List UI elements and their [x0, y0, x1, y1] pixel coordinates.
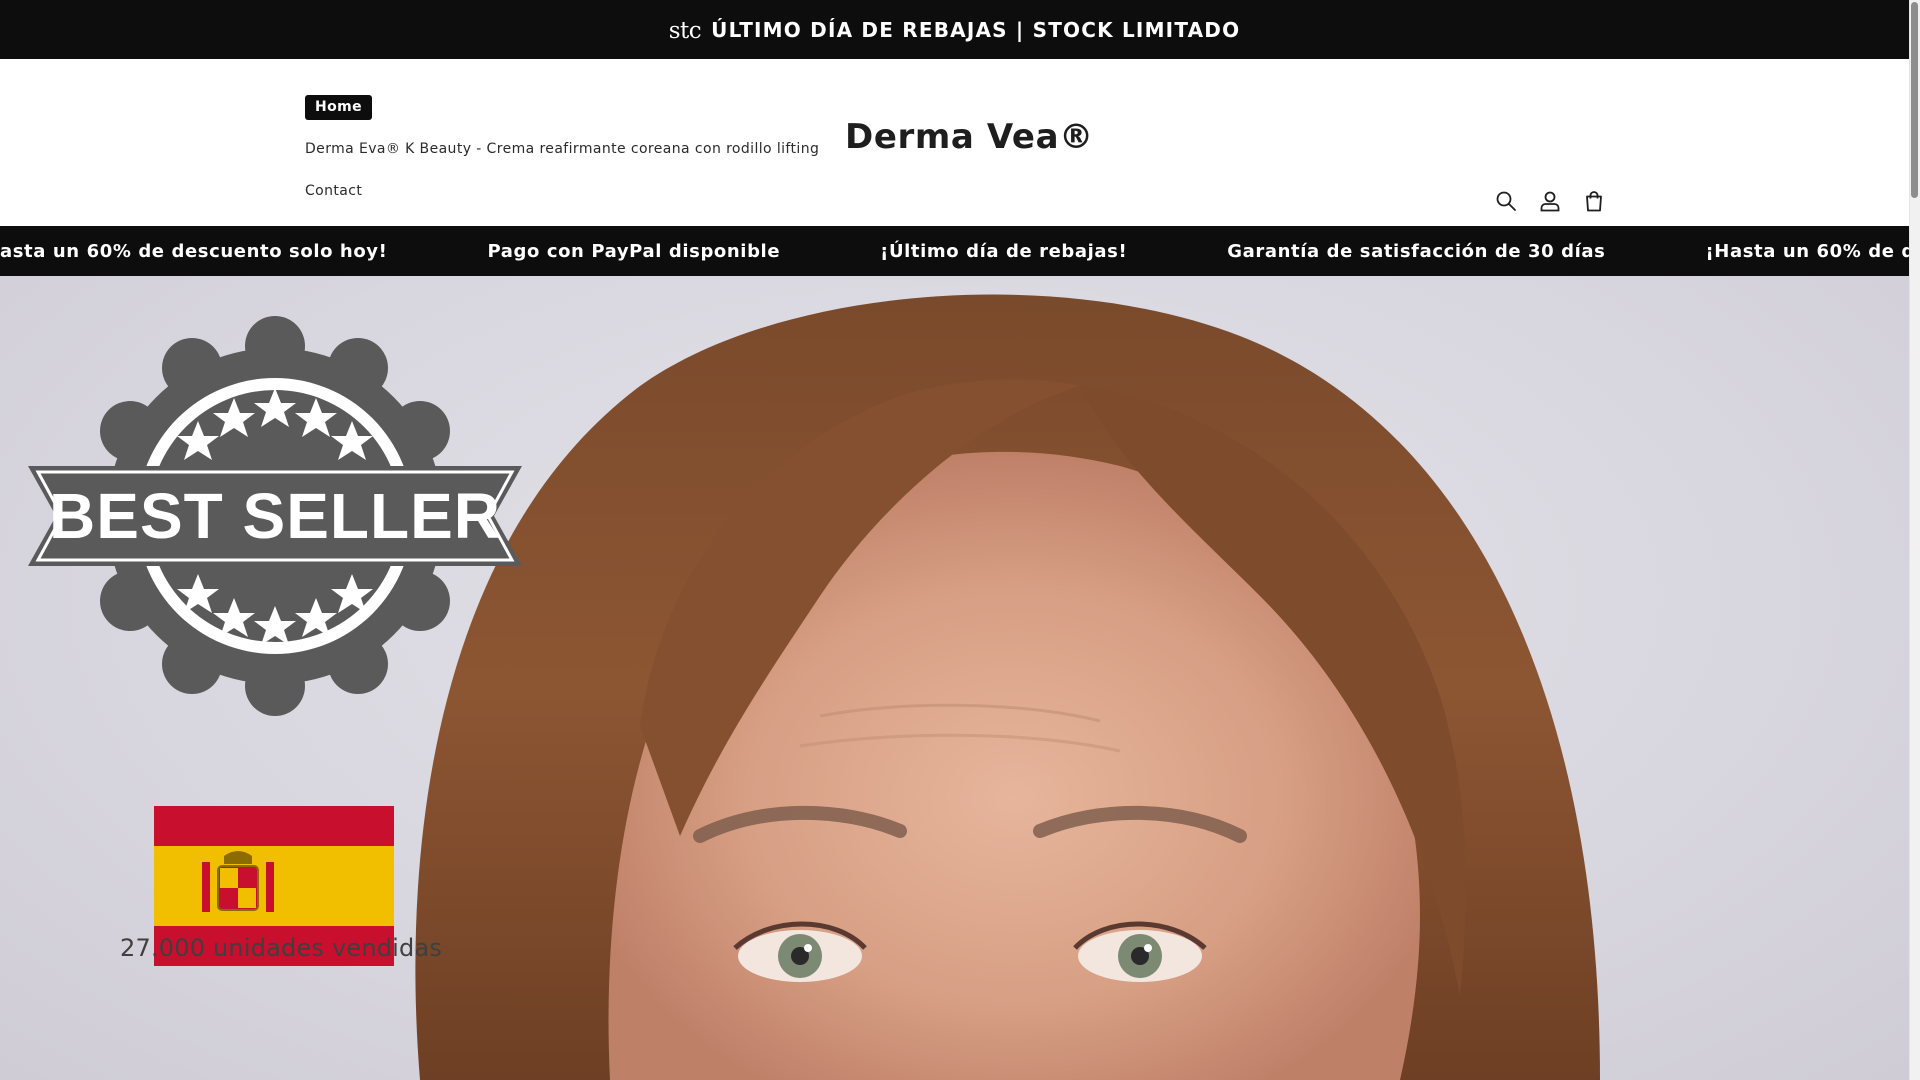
scrollbar-thumb[interactable]: [1911, 2, 1918, 198]
marquee-item: ¡Último día de rebajas!: [880, 240, 1128, 262]
marquee-track: asta un 60% de descuento solo hoy! Pago …: [0, 226, 1909, 276]
nav-item-home[interactable]: Home: [305, 86, 819, 128]
page: stc ÚLTIMO DÍA DE REBAJAS | STOCK LIMITA…: [0, 0, 1920, 1080]
site-header: Home Derma Eva® K Beauty - Crema reafirm…: [0, 59, 1909, 226]
cart-button[interactable]: [1580, 187, 1608, 215]
marquee-item: asta un 60% de descuento solo hoy!: [0, 240, 388, 262]
viewport: stc ÚLTIMO DÍA DE REBAJAS | STOCK LIMITA…: [0, 0, 1909, 1080]
search-icon: [1496, 191, 1516, 211]
account-button[interactable]: [1536, 187, 1564, 215]
marquee-item: Pago con PayPal disponible: [487, 240, 781, 262]
announcement-bar: stc ÚLTIMO DÍA DE REBAJAS | STOCK LIMITA…: [0, 0, 1909, 59]
announcement-text: ÚLTIMO DÍA DE REBAJAS | STOCK LIMITADO: [711, 17, 1241, 42]
nav-item-contact[interactable]: Contact: [305, 170, 819, 212]
brand-logo[interactable]: Derma Vea®: [845, 117, 1094, 157]
cart-icon: [1586, 191, 1602, 212]
marquee-item: Garantía de satisfacción de 30 días: [1227, 240, 1606, 262]
scrollbar[interactable]: [1909, 0, 1920, 1080]
nav-item-product[interactable]: Derma Eva® K Beauty - Crema reafirmante …: [305, 128, 819, 170]
badge-text: BEST SELLER: [49, 480, 501, 552]
marquee-item: ¡Hasta un 60% de descuento solo hoy!: [1705, 240, 1909, 262]
hero-section: BEST SELLER 27.000 unidades vendidas: [0, 276, 1909, 1080]
main-nav: Home Derma Eva® K Beauty - Crema reafirm…: [305, 86, 819, 212]
announcement-logo: stc: [668, 17, 702, 44]
nav-item-label: Contact: [305, 183, 363, 199]
promo-marquee: asta un 60% de descuento solo hoy! Pago …: [0, 226, 1909, 276]
best-seller-badge: BEST SELLER: [28, 316, 522, 716]
units-sold-text: 27.000 unidades vendidas: [120, 934, 443, 962]
nav-item-label: Derma Eva® K Beauty - Crema reafirmante …: [305, 141, 820, 157]
account-icon: [1540, 191, 1560, 212]
nav-item-label: Home: [305, 94, 373, 120]
search-button[interactable]: [1492, 187, 1520, 215]
